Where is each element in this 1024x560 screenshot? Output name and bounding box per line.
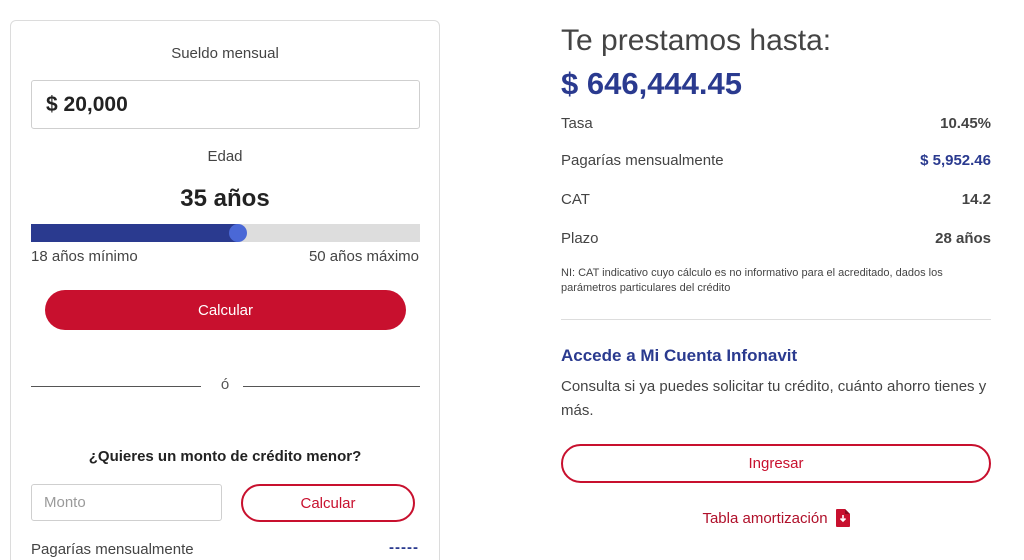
amount-input[interactable]: Monto bbox=[31, 484, 222, 521]
age-value: 35 años bbox=[180, 185, 270, 212]
rate-label: Tasa bbox=[561, 115, 593, 132]
login-button[interactable]: Ingresar bbox=[561, 444, 991, 483]
monthly-label: Pagarías mensualmente bbox=[561, 152, 724, 169]
rate-value: 10.45% bbox=[940, 115, 991, 132]
monthly-payment-label: Pagarías mensualmente bbox=[31, 541, 194, 558]
cat-disclaimer: NI: CAT indicativo cuyo cálculo es no in… bbox=[561, 267, 943, 294]
age-slider-fill bbox=[31, 224, 238, 242]
term-value: 28 años bbox=[935, 230, 991, 247]
monthly-row: Pagarías mensualmente $ 5,952.46 bbox=[561, 152, 991, 169]
age-min-label: 18 años mínimo bbox=[31, 248, 138, 265]
age-slider[interactable] bbox=[31, 224, 420, 242]
salary-label: Sueldo mensual bbox=[171, 45, 279, 62]
salary-input[interactable]: $ 20,000 bbox=[31, 80, 420, 129]
cat-label: CAT bbox=[561, 191, 590, 208]
term-row: Plazo 28 años bbox=[561, 230, 991, 247]
loan-calculator-card: Sueldo mensual $ 20,000 Edad 35 años 18 … bbox=[10, 20, 440, 560]
age-slider-thumb[interactable] bbox=[228, 224, 247, 242]
calculate-amount-button[interactable]: Calcular bbox=[241, 484, 415, 522]
pdf-file-icon bbox=[835, 509, 850, 527]
monthly-payment-value: ----- bbox=[389, 539, 419, 556]
smaller-amount-question: ¿Quieres un monto de crédito menor? bbox=[88, 448, 362, 465]
cat-row: CAT 14.2 bbox=[561, 191, 991, 208]
rate-row: Tasa 10.45% bbox=[561, 115, 991, 132]
monthly-value: $ 5,952.46 bbox=[920, 152, 991, 169]
results-panel: Te prestamos hasta: $ 646,444.45 Tasa 10… bbox=[561, 0, 991, 560]
section-divider bbox=[561, 319, 991, 320]
age-max-label: 50 años máximo bbox=[308, 248, 419, 265]
loan-amount: $ 646,444.45 bbox=[561, 66, 743, 101]
term-label: Plazo bbox=[561, 230, 599, 247]
results-heading: Te prestamos hasta: bbox=[561, 24, 832, 57]
amortization-label: Tabla amortización bbox=[702, 509, 828, 527]
age-label: Edad bbox=[207, 148, 243, 165]
account-description: Consulta si ya puedes solicitar tu crédi… bbox=[561, 378, 987, 419]
divider-right bbox=[243, 386, 420, 387]
account-title: Accede a Mi Cuenta Infonavit bbox=[561, 346, 798, 365]
cat-value: 14.2 bbox=[961, 191, 991, 208]
amortization-link[interactable]: Tabla amortización bbox=[561, 509, 991, 527]
or-divider-text: ó bbox=[220, 376, 230, 393]
calculate-button[interactable]: Calcular bbox=[45, 290, 406, 330]
